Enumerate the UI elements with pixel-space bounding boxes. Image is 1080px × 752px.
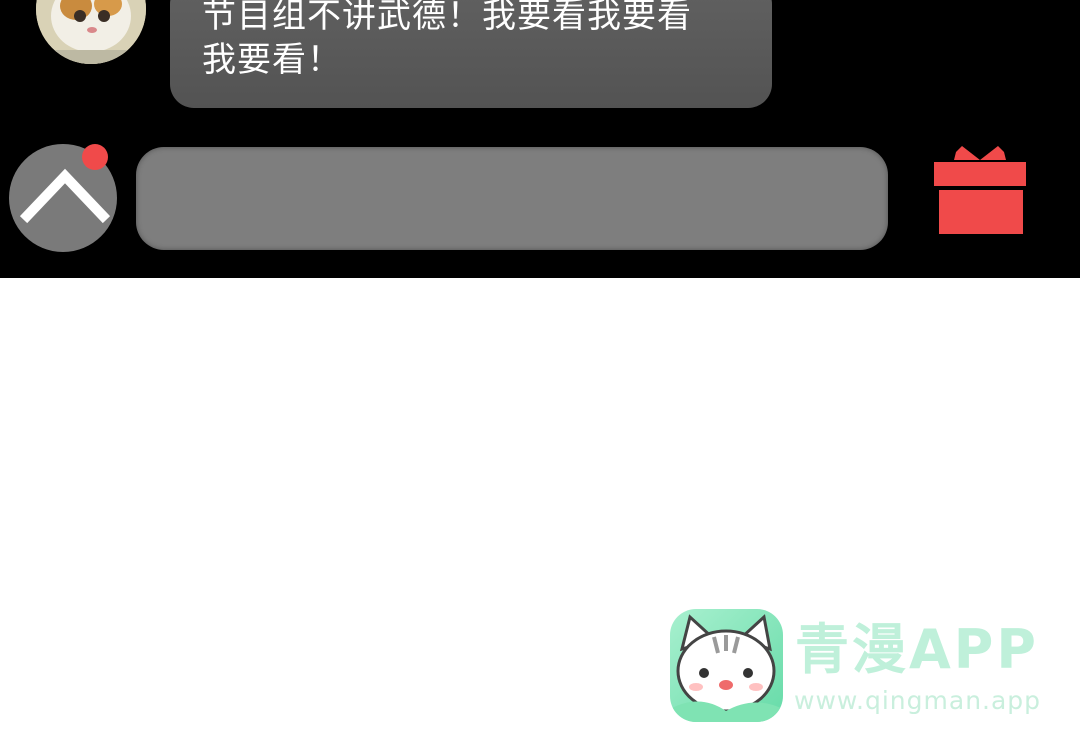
watermark-title: 青漫APP: [795, 618, 1039, 681]
gift-button[interactable]: [932, 140, 1028, 236]
user-avatar[interactable]: [36, 0, 146, 64]
comment-input[interactable]: [136, 147, 888, 250]
cat-avatar-icon: [36, 0, 146, 64]
comment-text: 节目组不讲武德！我要看我要看我要看！: [202, 0, 692, 80]
notification-dot: [82, 144, 108, 170]
comment-panel: 节目组不讲武德！我要看我要看我要看！: [0, 0, 1080, 278]
gift-icon: [934, 146, 1026, 234]
comment-bubble: 节目组不讲武德！我要看我要看我要看！: [170, 0, 772, 108]
page: 节目组不讲武德！我要看我要看我要看！ 青漫APP www.qingman.app: [0, 0, 1080, 752]
app-logo: [670, 609, 783, 722]
watermark-url: www.qingman.app: [794, 686, 1042, 715]
cat-logo-icon: [670, 614, 783, 722]
